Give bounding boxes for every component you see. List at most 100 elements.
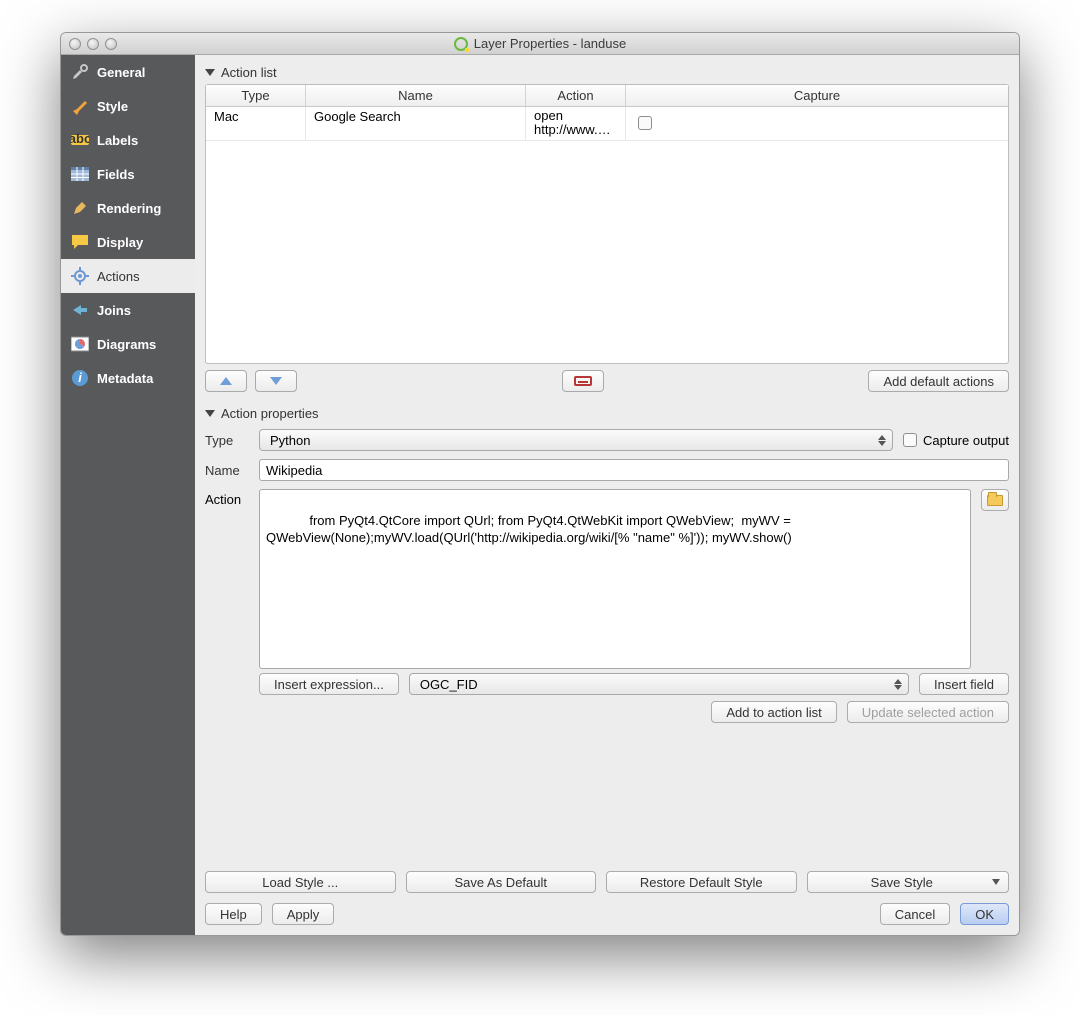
content: Action list Type Name Action Capture Mac… <box>195 55 1019 935</box>
sidebar-item-metadata[interactable]: i Metadata <box>61 361 195 395</box>
gear-icon <box>71 267 89 285</box>
style-buttons-row: Load Style ... Save As Default Restore D… <box>205 871 1009 893</box>
load-style-button[interactable]: Load Style ... <box>205 871 396 893</box>
action-textarea[interactable]: from PyQt4.QtCore import QUrl; from PyQt… <box>259 489 971 669</box>
labels-icon: abc <box>71 131 89 149</box>
close-window-dot[interactable] <box>69 38 81 50</box>
cell-name: Google Search <box>306 107 526 140</box>
add-to-action-list-button[interactable]: Add to action list <box>711 701 836 723</box>
apply-button[interactable]: Apply <box>272 903 335 925</box>
add-default-actions-button[interactable]: Add default actions <box>868 370 1009 392</box>
sidebar-label: Rendering <box>97 201 161 216</box>
action-value: from PyQt4.QtCore import QUrl; from PyQt… <box>266 513 794 545</box>
minimize-window-dot[interactable] <box>87 38 99 50</box>
joins-icon <box>71 301 89 319</box>
select-arrows-icon <box>878 435 886 446</box>
action-list-header[interactable]: Action list <box>205 61 1009 84</box>
window-controls <box>69 38 117 50</box>
window-title: Layer Properties - landuse <box>61 36 1019 51</box>
insert-field-button[interactable]: Insert field <box>919 673 1009 695</box>
type-label: Type <box>205 433 249 448</box>
name-label: Name <box>205 463 249 478</box>
insert-expression-button[interactable]: Insert expression... <box>259 673 399 695</box>
table-controls: Add default actions <box>205 364 1009 392</box>
action-table: Type Name Action Capture Mac Google Sear… <box>205 84 1009 364</box>
sidebar-label: General <box>97 65 145 80</box>
add-buttons-row: Add to action list Update selected actio… <box>205 695 1009 723</box>
expression-row: Insert expression... OGC_FID Insert fiel… <box>259 673 1009 695</box>
folder-icon <box>987 495 1003 506</box>
capture-checkbox[interactable] <box>638 116 652 130</box>
cancel-button[interactable]: Cancel <box>880 903 950 925</box>
speech-bubble-icon <box>71 233 89 251</box>
sidebar-item-style[interactable]: Style <box>61 89 195 123</box>
name-row: Name Wikipedia <box>205 455 1009 485</box>
delete-button[interactable] <box>562 370 604 392</box>
help-button[interactable]: Help <box>205 903 262 925</box>
type-row: Type Python Capture output <box>205 425 1009 455</box>
svg-text:i: i <box>78 370 82 385</box>
sidebar-item-joins[interactable]: Joins <box>61 293 195 327</box>
sidebar: General Style abc Labels Fields <box>61 55 195 935</box>
wrench-icon <box>71 63 89 81</box>
th-action[interactable]: Action <box>526 85 626 106</box>
pie-chart-icon <box>71 335 89 353</box>
table-row[interactable]: Mac Google Search open http://www.g… <box>206 107 1008 141</box>
type-value: Python <box>270 433 310 448</box>
sidebar-item-general[interactable]: General <box>61 55 195 89</box>
select-arrows-icon <box>894 679 902 690</box>
sidebar-item-actions[interactable]: Actions <box>61 259 195 293</box>
browse-button[interactable] <box>981 489 1009 511</box>
titlebar: Layer Properties - landuse <box>61 33 1019 55</box>
th-capture[interactable]: Capture <box>626 85 1008 106</box>
name-value: Wikipedia <box>266 463 322 478</box>
delete-icon <box>574 376 592 386</box>
sidebar-item-diagrams[interactable]: Diagrams <box>61 327 195 361</box>
sidebar-item-fields[interactable]: Fields <box>61 157 195 191</box>
dialog-buttons-row: Help Apply Cancel OK <box>205 903 1009 925</box>
sidebar-item-labels[interactable]: abc Labels <box>61 123 195 157</box>
save-as-default-button[interactable]: Save As Default <box>406 871 597 893</box>
move-up-button[interactable] <box>205 370 247 392</box>
sidebar-item-display[interactable]: Display <box>61 225 195 259</box>
triangle-down-icon <box>270 377 282 385</box>
cell-action: open http://www.g… <box>526 107 626 140</box>
sidebar-label: Style <box>97 99 128 114</box>
cell-capture <box>626 107 716 140</box>
name-input[interactable]: Wikipedia <box>259 459 1009 481</box>
table-icon <box>71 165 89 183</box>
capture-output-label: Capture output <box>923 433 1009 448</box>
action-properties-header[interactable]: Action properties <box>205 402 1009 425</box>
table-header: Type Name Action Capture <box>206 85 1008 107</box>
footer: Load Style ... Save As Default Restore D… <box>205 871 1009 925</box>
th-name[interactable]: Name <box>306 85 526 106</box>
sidebar-label: Labels <box>97 133 138 148</box>
action-row: Action from PyQt4.QtCore import QUrl; fr… <box>205 485 1009 673</box>
sidebar-label: Joins <box>97 303 131 318</box>
save-style-button[interactable]: Save Style <box>807 871 1010 893</box>
action-list-section: Action list Type Name Action Capture Mac… <box>205 61 1009 392</box>
capture-output-row: Capture output <box>903 433 1009 448</box>
sidebar-item-rendering[interactable]: Rendering <box>61 191 195 225</box>
paintbrush-icon <box>71 199 89 217</box>
action-properties-section: Action properties Type Python Capture ou… <box>205 402 1009 723</box>
restore-default-style-button[interactable]: Restore Default Style <box>606 871 797 893</box>
action-label: Action <box>205 489 249 507</box>
capture-output-checkbox[interactable] <box>903 433 917 447</box>
section-title: Action properties <box>221 406 319 421</box>
qgis-icon <box>454 37 468 51</box>
sidebar-label: Display <box>97 235 143 250</box>
move-down-button[interactable] <box>255 370 297 392</box>
th-type[interactable]: Type <box>206 85 306 106</box>
zoom-window-dot[interactable] <box>105 38 117 50</box>
info-icon: i <box>71 369 89 387</box>
triangle-up-icon <box>220 377 232 385</box>
field-select[interactable]: OGC_FID <box>409 673 909 695</box>
ok-button[interactable]: OK <box>960 903 1009 925</box>
update-selected-action-button[interactable]: Update selected action <box>847 701 1009 723</box>
window-title-text: Layer Properties - landuse <box>474 36 626 51</box>
sidebar-label: Diagrams <box>97 337 156 352</box>
type-select[interactable]: Python <box>259 429 893 451</box>
sidebar-label: Metadata <box>97 371 153 386</box>
cell-type: Mac <box>206 107 306 140</box>
